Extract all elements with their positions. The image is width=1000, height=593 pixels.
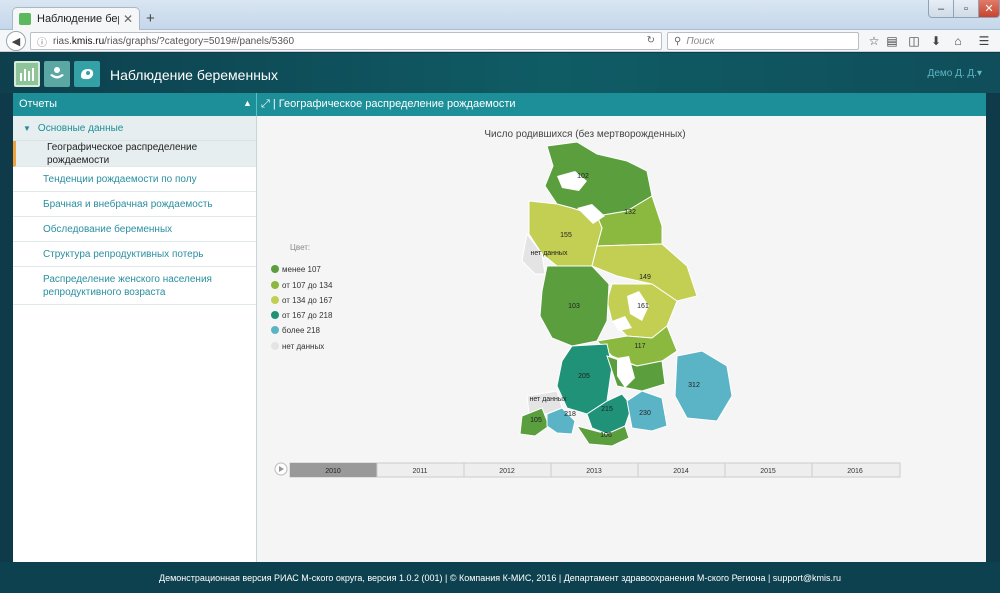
maximize-button[interactable]: ▫: [953, 0, 979, 18]
timeline-year-2010[interactable]: 2010: [325, 468, 341, 475]
sidebar-item-label: Тенденции рождаемости по полу: [43, 173, 197, 185]
favicon-icon: [19, 13, 31, 25]
legend-label-0: менее 107: [282, 265, 321, 274]
reading-list-icon[interactable]: ▤: [884, 33, 900, 49]
region-value-label: нет данных: [530, 396, 567, 403]
sidebar-item-female-population[interactable]: Распределение женского населения репроду…: [13, 267, 256, 305]
chart-app-icon[interactable]: [14, 61, 40, 87]
legend-label-2: от 134 до 167: [282, 296, 333, 305]
legend-label-1: от 107 до 134: [282, 281, 333, 290]
back-button[interactable]: ◀: [6, 31, 26, 51]
url-host: kmis.ru: [71, 35, 105, 47]
region-value-label: 230: [639, 410, 651, 417]
timeline-year-2011[interactable]: 2011: [412, 468, 427, 475]
sidebar-item-pregnant-exams[interactable]: Обследование беременных: [13, 217, 256, 242]
main-content: Число родившихся (без мертворожденных) Ц…: [257, 116, 986, 562]
app-header: Наблюдение беременных: [0, 53, 1000, 93]
menu-icon[interactable]: ☰: [976, 33, 992, 49]
sidebar-item-reproductive-losses[interactable]: Структура репродуктивных потерь: [13, 242, 256, 267]
region-east-blue[interactable]: [674, 350, 733, 422]
address-bar[interactable]: ⓘ rias. kmis.ru/rias/graphs/?category=501…: [30, 32, 662, 50]
url-prefix: rias.: [53, 35, 72, 47]
user-menu[interactable]: Демо Д. Д.▾: [928, 68, 982, 79]
region-value-label: 218: [564, 411, 576, 418]
timeline-year-2014[interactable]: 2014: [673, 468, 689, 475]
chart-title: Число родившихся (без мертворожденных): [484, 128, 685, 140]
region-value-label: 106: [600, 432, 612, 439]
info-icon[interactable]: ⓘ: [37, 34, 47, 49]
region-value-label: 215: [601, 406, 613, 413]
sidebar-item-marital-births[interactable]: Брачная и внебрачная рождаемость: [13, 192, 256, 217]
sidebar-item-label: Брачная и внебрачная рождаемость: [43, 198, 213, 210]
new-tab-button[interactable]: +: [146, 10, 155, 27]
home-icon[interactable]: ⌂: [950, 33, 966, 49]
reload-icon[interactable]: ↻: [647, 35, 655, 46]
baby-app-icon[interactable]: [74, 61, 100, 87]
region-value-label: 103: [568, 303, 580, 310]
region-value-label: 149: [639, 274, 651, 281]
timeline: 2010 2011 2012 2013 2014 2015 2016: [274, 462, 901, 478]
legend-label-5: нет данных: [282, 342, 324, 351]
region-value-label: 312: [688, 382, 700, 389]
timeline-year-2012[interactable]: 2012: [499, 468, 515, 475]
browser-tab[interactable]: Наблюдение беременных... ✕: [12, 7, 140, 30]
sidebar-item-label: Распределение женского населения репроду…: [43, 273, 212, 298]
region-value-label: 132: [624, 209, 636, 216]
close-tab-icon[interactable]: ✕: [123, 12, 133, 26]
region-value-label: 105: [530, 417, 542, 424]
timeline-year-2016[interactable]: 2016: [847, 468, 863, 475]
header-divider: [256, 93, 257, 116]
content-header-title: Географическое распределение рождаемости: [278, 98, 516, 110]
browser-titlebar: Наблюдение беременных... ✕ + – ▫ ✕: [0, 0, 1000, 30]
content-header: ⤢ | Географическое распределение рождаем…: [261, 98, 516, 110]
pocket-icon[interactable]: ◫: [906, 33, 922, 49]
care-app-icon[interactable]: [44, 61, 70, 87]
region-value-label: 117: [634, 343, 645, 350]
bookmark-star-icon[interactable]: ☆: [866, 33, 882, 49]
legend-swatch-1: [271, 281, 279, 289]
sidebar-header: Отчеты: [19, 98, 58, 110]
tab-title: Наблюдение беременных...: [37, 13, 119, 25]
legend-swatch-4: [271, 326, 279, 334]
footer-text: Демонстрационная версия РИАС М-ского окр…: [159, 572, 841, 583]
choropleth-map-chart: Число родившихся (без мертворожденных) Ц…: [271, 128, 901, 478]
minimize-button[interactable]: –: [928, 0, 954, 18]
legend-title: Цвет:: [290, 243, 310, 252]
close-window-button[interactable]: ✕: [978, 0, 1000, 18]
search-input[interactable]: ⚲ Поиск: [667, 32, 859, 50]
legend-swatch-0: [271, 265, 279, 273]
region-value-label: 102: [577, 173, 589, 180]
app-title: Наблюдение беременных: [110, 67, 278, 83]
sidebar: ▼ Основные данные Географическое распред…: [13, 116, 257, 562]
legend-swatch-2: [271, 296, 279, 304]
url-path: /rias/graphs/?category=5019#/panels/5360: [104, 35, 294, 47]
sidebar-item-label: Географическое распределение рождаемости: [47, 141, 198, 166]
expand-icon[interactable]: ⤢: [261, 98, 270, 110]
search-placeholder: Поиск: [686, 35, 715, 47]
timeline-year-2013[interactable]: 2013: [586, 468, 602, 475]
sidebar-group-label: Основные данные: [37, 122, 124, 134]
download-icon[interactable]: ⬇: [928, 33, 944, 49]
search-icon: ⚲: [674, 35, 682, 47]
legend-label-3: от 167 до 218: [282, 311, 333, 320]
expand-triangle-icon: ▼: [23, 123, 31, 133]
region-value-label: 155: [560, 232, 572, 239]
legend: менее 107 от 107 до 134 от 134 до 167 от…: [271, 265, 333, 351]
sidebar-group-main-data[interactable]: ▼ Основные данные: [13, 116, 256, 141]
legend-swatch-3: [271, 311, 279, 319]
legend-label-4: более 218: [282, 326, 321, 335]
region-value-label: нет данных: [531, 250, 568, 257]
footer: Демонстрационная версия РИАС М-ского окр…: [0, 562, 1000, 593]
legend-swatch-5: [271, 342, 279, 350]
timeline-year-2015[interactable]: 2015: [760, 468, 776, 475]
browser-navbar: ◀ ⓘ rias. kmis.ru/rias/graphs/?category=5…: [0, 30, 1000, 52]
sidebar-item-label: Обследование беременных: [43, 223, 173, 235]
sidebar-item-geo-distribution[interactable]: Географическое распределение рождаемости: [13, 141, 256, 167]
region-value-label: 205: [578, 373, 590, 380]
sidebar-item-label: Структура репродуктивных потерь: [43, 248, 204, 260]
sidebar-item-birth-trends-by-sex[interactable]: Тенденции рождаемости по полу: [13, 167, 256, 192]
panel-header-bar: Отчеты ▲ ⤢ | Географическое распределени…: [13, 93, 986, 116]
region-value-label: 161: [637, 303, 649, 310]
collapse-sidebar-icon[interactable]: ▲: [243, 98, 252, 108]
